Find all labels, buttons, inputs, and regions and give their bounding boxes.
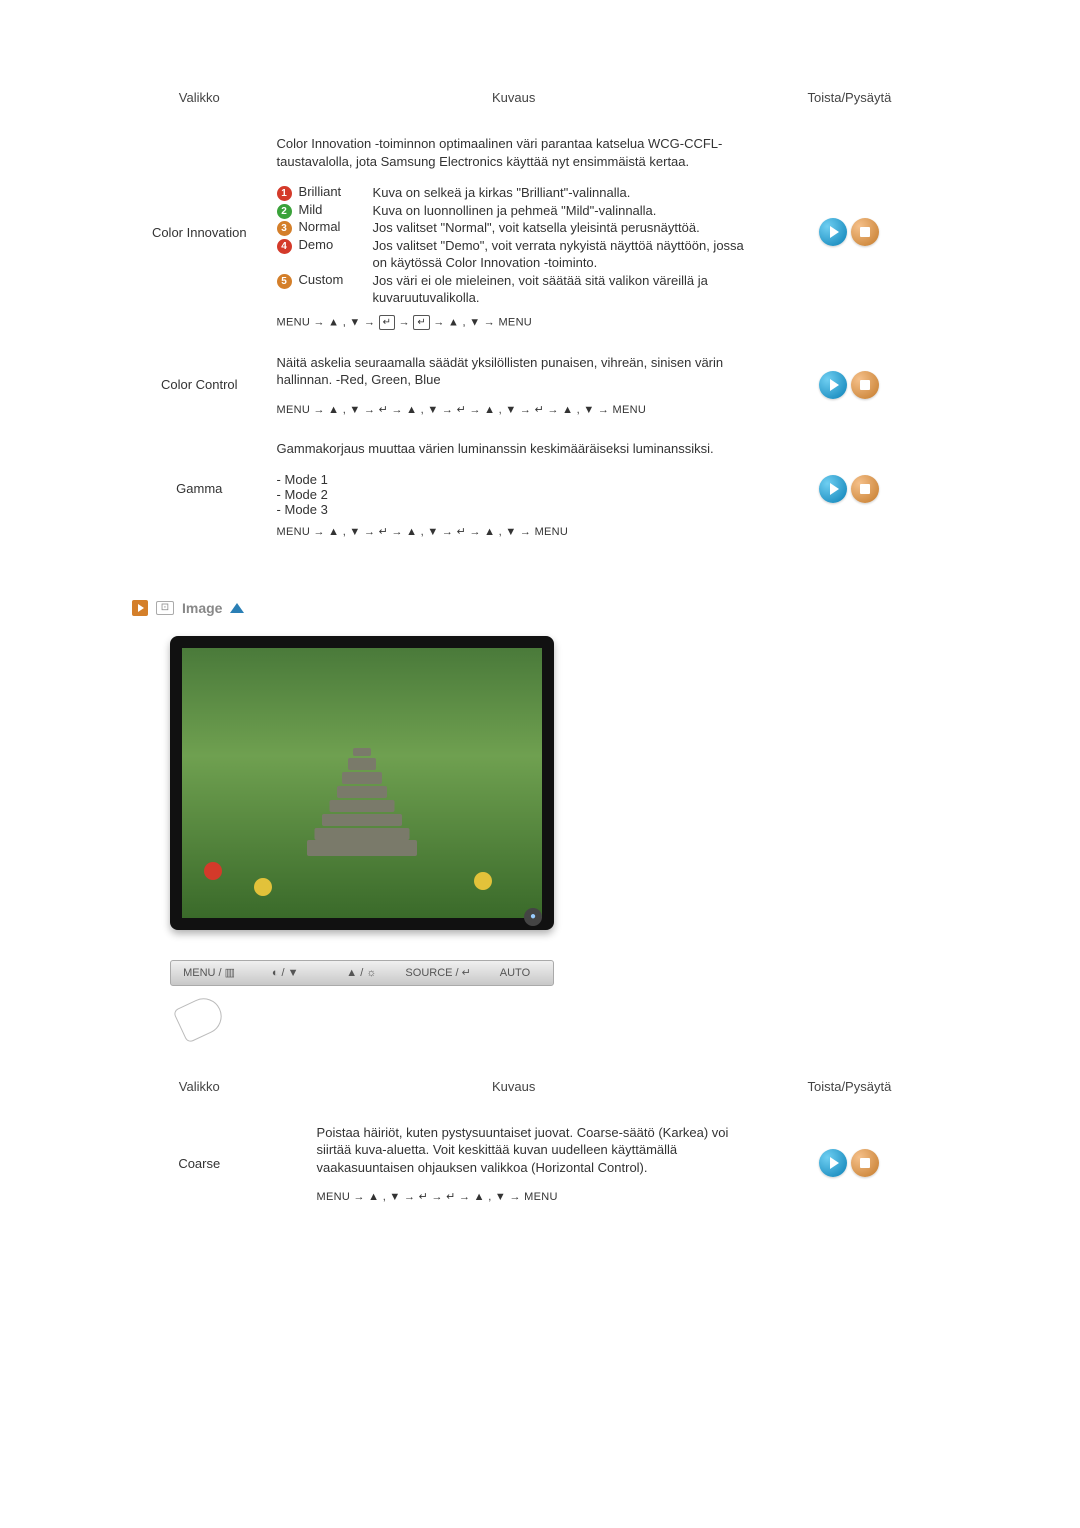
enter-icon: ↵ [379,315,396,330]
btn-menu: MENU / ▥ [171,962,247,983]
seq-color-innovation: MENU → ▲ , ▼ → ↵ → ↵ → ▲ , ▼ → MENU [277,315,751,330]
opt-text-custom: Jos väri ei ole mieleinen, voit säätää s… [373,272,751,307]
play-button[interactable] [819,1149,847,1177]
opt-text-normal: Jos valitset "Normal", voit katsella yle… [373,219,751,237]
row-color-innovation: Color Innovation Color Innovation -toimi… [130,123,940,342]
stop-button[interactable] [851,371,879,399]
header-menu: Valikko [130,80,269,123]
gamma-mode-3: - Mode 3 [277,502,751,517]
badge-3-icon: 3 [277,221,292,236]
hand-pointer-icon [172,992,227,1043]
header-menu: Valikko [130,1069,269,1112]
gamma-mode-2: - Mode 2 [277,487,751,502]
header-play: Toista/Pysäytä [759,80,940,123]
opt-name-normal: Normal [299,219,373,237]
intro-color-innovation: Color Innovation -toiminnon optimaalinen… [277,135,751,170]
power-led-icon: ● [524,908,542,926]
screen-small-icon: ⊡ [156,601,174,615]
opt-name-custom: Custom [299,272,373,307]
seq-coarse: MENU → ▲ , ▼ → ↵ → ↵ → ▲ , ▼ → MENU [317,1190,751,1203]
play-small-icon [132,600,148,616]
monitor-button-bar: MENU / ▥ ◐ / ▼ ▲ / ☼ SOURCE / ↵ AUTO [170,960,554,986]
btn-up: ▲ / ☼ [323,963,399,983]
header-desc: Kuvaus [269,1069,759,1112]
desc-coarse: Poistaa häiriöt, kuten pystysuuntaiset j… [317,1124,751,1177]
btn-auto: AUTO [477,963,553,983]
opt-name-demo: Demo [299,237,373,272]
label-coarse: Coarse [130,1112,269,1216]
opt-name-brilliant: Brilliant [299,184,373,202]
seq-color-control: MENU → ▲ , ▼ → ↵ → ▲ , ▼ → ↵ → ▲ , ▼ → ↵… [277,403,751,416]
header-desc: Kuvaus [269,80,759,123]
section-title: Image [182,600,222,616]
label-color-control: Color Control [130,342,269,428]
stop-button[interactable] [851,1149,879,1177]
play-button[interactable] [819,218,847,246]
label-gamma: Gamma [130,428,269,550]
color-menu-table: Valikko Kuvaus Toista/Pysäytä Color Inno… [130,80,940,550]
btn-source: SOURCE / ↵ [399,962,476,983]
intro-color-control: Näitä askelia seuraamalla säädät yksilöl… [277,354,751,389]
image-menu-table: Valikko Kuvaus Toista/Pysäytä Coarse Poi… [130,1069,940,1216]
play-button[interactable] [819,475,847,503]
gamma-mode-1: - Mode 1 [277,472,751,487]
play-button[interactable] [819,371,847,399]
row-gamma: Gamma Gammakorjaus muuttaa värien lumina… [130,428,940,550]
opt-text-brilliant: Kuva on selkeä ja kirkas "Brilliant"-val… [373,184,751,202]
stop-button[interactable] [851,475,879,503]
header-play: Toista/Pysäytä [759,1069,940,1112]
label-color-innovation: Color Innovation [130,123,269,342]
row-coarse: Coarse Poistaa häiriöt, kuten pystysuunt… [130,1112,940,1216]
btn-down: ◐ / ▼ [247,963,323,983]
seq-gamma: MENU → ▲ , ▼ → ↵ → ▲ , ▼ → ↵ → ▲ , ▼ → M… [277,525,751,538]
monitor-illustration: ● [170,636,940,930]
opt-text-demo: Jos valitset "Demo", voit verrata nykyis… [373,237,751,272]
opt-text-mild: Kuva on luonnollinen ja pehmeä "Mild"-va… [373,202,751,220]
badge-2-icon: 2 [277,204,292,219]
intro-gamma: Gammakorjaus muuttaa värien luminanssin … [277,440,751,458]
badge-5-icon: 5 [277,274,292,289]
badge-1-icon: 1 [277,186,292,201]
opt-name-mild: Mild [299,202,373,220]
triangle-up-icon [230,603,244,613]
row-color-control: Color Control Näitä askelia seuraamalla … [130,342,940,428]
enter-icon: ↵ [413,315,430,330]
section-header-image: ⊡ Image [130,600,940,616]
stop-button[interactable] [851,218,879,246]
badge-4-icon: 4 [277,239,292,254]
